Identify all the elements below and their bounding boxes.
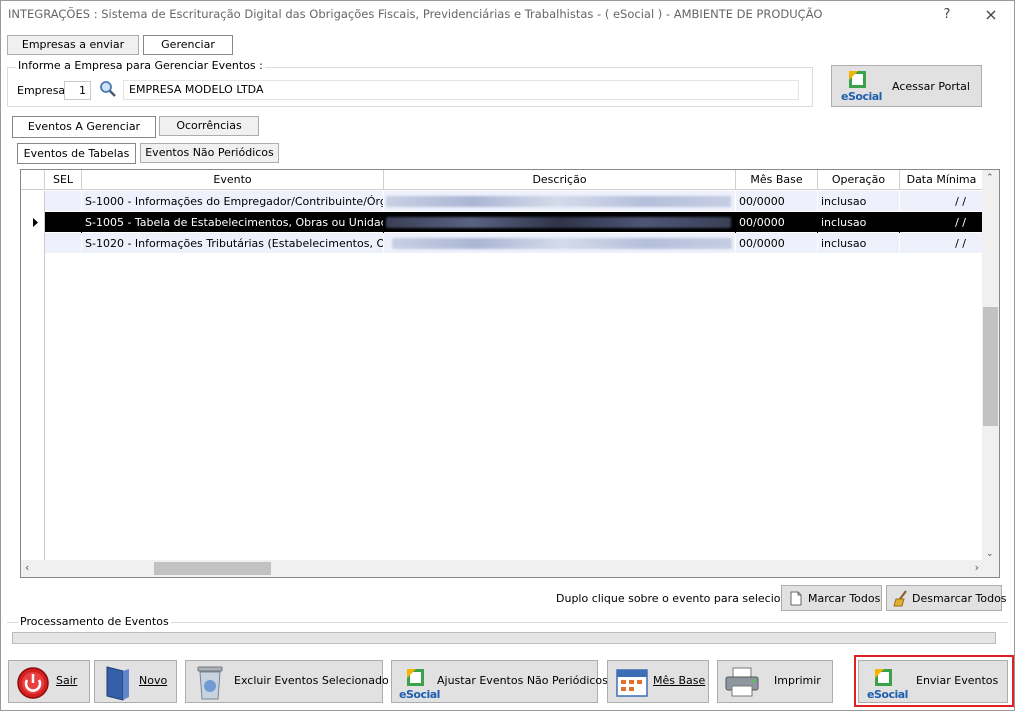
row-operacao: inclusao bbox=[818, 191, 900, 212]
double-click-hint: Duplo clique sobre o evento para selecio… bbox=[556, 592, 812, 605]
main-window: INTEGRAÇÕES : Sistema de Escrituração Di… bbox=[0, 0, 1015, 711]
row-operacao: inclusao bbox=[818, 233, 900, 254]
row-sel-cell[interactable] bbox=[45, 233, 82, 254]
desmarcar-todos-button[interactable]: Desmarcar Todos bbox=[886, 585, 1007, 611]
grid-header: SEL Evento Descrição Mês Base Operação D… bbox=[21, 170, 983, 190]
enviar-eventos-label: Enviar Eventos bbox=[916, 674, 999, 687]
processing-progress-bar bbox=[12, 632, 996, 644]
esocial-icon: eSocial bbox=[866, 667, 908, 701]
trash-icon bbox=[195, 664, 225, 705]
esocial-icon: eSocial bbox=[840, 69, 882, 103]
marcar-todos-label: Marcar Todos bbox=[808, 592, 881, 605]
excluir-eventos-label: Excluir Eventos Selecionado bbox=[234, 674, 389, 687]
row-mes-base: 00/0000 bbox=[736, 191, 818, 212]
grid-header-indicator bbox=[21, 170, 45, 190]
row-indicator-column bbox=[21, 254, 45, 561]
mes-base-button[interactable]: Mês Base bbox=[607, 660, 709, 703]
ajustar-eventos-label: Ajustar Eventos Não Periódicos bbox=[437, 674, 608, 687]
tab-eventos-a-gerenciar[interactable]: Eventos A Gerenciar bbox=[12, 116, 156, 138]
row-data-minima: / / bbox=[900, 191, 983, 212]
row-mes-base: 00/0000 bbox=[736, 212, 818, 233]
sair-button[interactable]: Sair bbox=[8, 660, 90, 703]
horizontal-scroll-thumb[interactable] bbox=[154, 562, 271, 575]
vertical-scrollbar[interactable]: ⌃ ⌄ bbox=[982, 170, 999, 561]
row-data-minima: / / bbox=[900, 233, 983, 254]
row-descricao bbox=[384, 212, 736, 233]
tab-eventos-de-tabelas[interactable]: Eventos de Tabelas bbox=[17, 143, 136, 164]
col-data-minima[interactable]: Data Mínima bbox=[900, 170, 983, 190]
imprimir-button[interactable]: Imprimir bbox=[717, 660, 833, 703]
row-indicator bbox=[21, 191, 45, 212]
table-row[interactable]: S-1000 - Informações do Empregador/Contr… bbox=[21, 191, 983, 212]
help-button[interactable]: ? bbox=[937, 5, 957, 25]
tab-ocorrencias[interactable]: Ocorrências bbox=[159, 116, 259, 136]
book-icon bbox=[103, 664, 133, 705]
row-sel-cell[interactable] bbox=[45, 212, 82, 233]
imprimir-label: Imprimir bbox=[774, 674, 821, 687]
col-operacao[interactable]: Operação bbox=[818, 170, 900, 190]
row-sel-cell[interactable] bbox=[45, 191, 82, 212]
row-indicator bbox=[21, 233, 45, 254]
col-descricao[interactable]: Descrição bbox=[384, 170, 736, 190]
close-button[interactable]: × bbox=[981, 5, 1001, 25]
acessar-portal-label: Acessar Portal bbox=[892, 80, 970, 93]
events-grid[interactable]: SEL Evento Descrição Mês Base Operação D… bbox=[20, 169, 1000, 578]
ajustar-eventos-button[interactable]: eSocial Ajustar Eventos Não Periódicos bbox=[391, 660, 608, 703]
col-evento[interactable]: Evento bbox=[82, 170, 384, 190]
search-icon[interactable] bbox=[99, 80, 117, 101]
processing-label: Processamento de Eventos bbox=[18, 615, 171, 628]
row-evento: S-1005 - Tabela de Estabelecimentos, Obr… bbox=[82, 212, 384, 233]
desmarcar-todos-label: Desmarcar Todos bbox=[912, 592, 1007, 605]
esocial-icon: eSocial bbox=[398, 667, 440, 701]
acessar-portal-button[interactable]: eSocial Acessar Portal bbox=[831, 65, 982, 107]
empresa-group-legend: Informe a Empresa para Gerenciar Eventos… bbox=[16, 59, 265, 72]
col-mes-base[interactable]: Mês Base bbox=[736, 170, 818, 190]
empresa-name-field[interactable]: EMPRESA MODELO LTDA bbox=[123, 80, 799, 100]
table-row[interactable]: S-1020 - Informações Tributárias (Estabe… bbox=[21, 233, 983, 254]
tab-empresas-a-enviar[interactable]: Empresas a enviar bbox=[7, 35, 139, 55]
marcar-todos-button[interactable]: Marcar Todos bbox=[781, 585, 882, 611]
scroll-down-icon[interactable]: ⌄ bbox=[986, 549, 994, 559]
enviar-eventos-button[interactable]: eSocial Enviar Eventos bbox=[858, 660, 1008, 703]
col-sel[interactable]: SEL bbox=[45, 170, 82, 190]
scroll-corner bbox=[982, 560, 999, 577]
page-icon bbox=[789, 591, 803, 609]
row-descricao bbox=[384, 233, 736, 254]
scroll-left-icon[interactable]: ‹ bbox=[25, 561, 29, 574]
empresa-label: Empresa bbox=[17, 84, 66, 97]
novo-label: Novo bbox=[139, 674, 168, 687]
tab-gerenciar[interactable]: Gerenciar bbox=[143, 35, 233, 55]
scroll-right-icon[interactable]: › bbox=[975, 561, 979, 574]
row-data-minima: / / bbox=[900, 212, 983, 233]
novo-button[interactable]: Novo bbox=[94, 660, 177, 703]
sair-label: Sair bbox=[56, 674, 78, 687]
title-bar: INTEGRAÇÕES : Sistema de Escrituração Di… bbox=[1, 1, 1014, 29]
row-operacao: inclusao bbox=[818, 212, 900, 233]
row-evento: S-1020 - Informações Tributárias (Estabe… bbox=[82, 233, 384, 254]
horizontal-scrollbar[interactable]: ‹ › bbox=[21, 560, 983, 577]
empresa-code-field[interactable]: 1 bbox=[64, 81, 91, 100]
vertical-scroll-thumb[interactable] bbox=[983, 307, 998, 426]
row-pointer-icon bbox=[21, 212, 45, 233]
row-evento: S-1000 - Informações do Empregador/Contr… bbox=[82, 191, 384, 212]
window-title: INTEGRAÇÕES : Sistema de Escrituração Di… bbox=[8, 7, 823, 21]
scroll-up-icon[interactable]: ⌃ bbox=[986, 173, 994, 183]
row-mes-base: 00/0000 bbox=[736, 233, 818, 254]
row-descricao bbox=[384, 191, 736, 212]
excluir-eventos-button[interactable]: Excluir Eventos Selecionado bbox=[185, 660, 389, 705]
tab-eventos-nao-periodicos[interactable]: Eventos Não Periódicos bbox=[140, 143, 279, 163]
table-row-selected[interactable]: S-1005 - Tabela de Estabelecimentos, Obr… bbox=[21, 212, 983, 233]
printer-icon bbox=[724, 666, 760, 701]
mes-base-label: Mês Base bbox=[653, 674, 706, 687]
power-off-icon bbox=[16, 666, 50, 703]
broom-icon bbox=[893, 590, 909, 610]
calendar-icon bbox=[615, 666, 649, 701]
